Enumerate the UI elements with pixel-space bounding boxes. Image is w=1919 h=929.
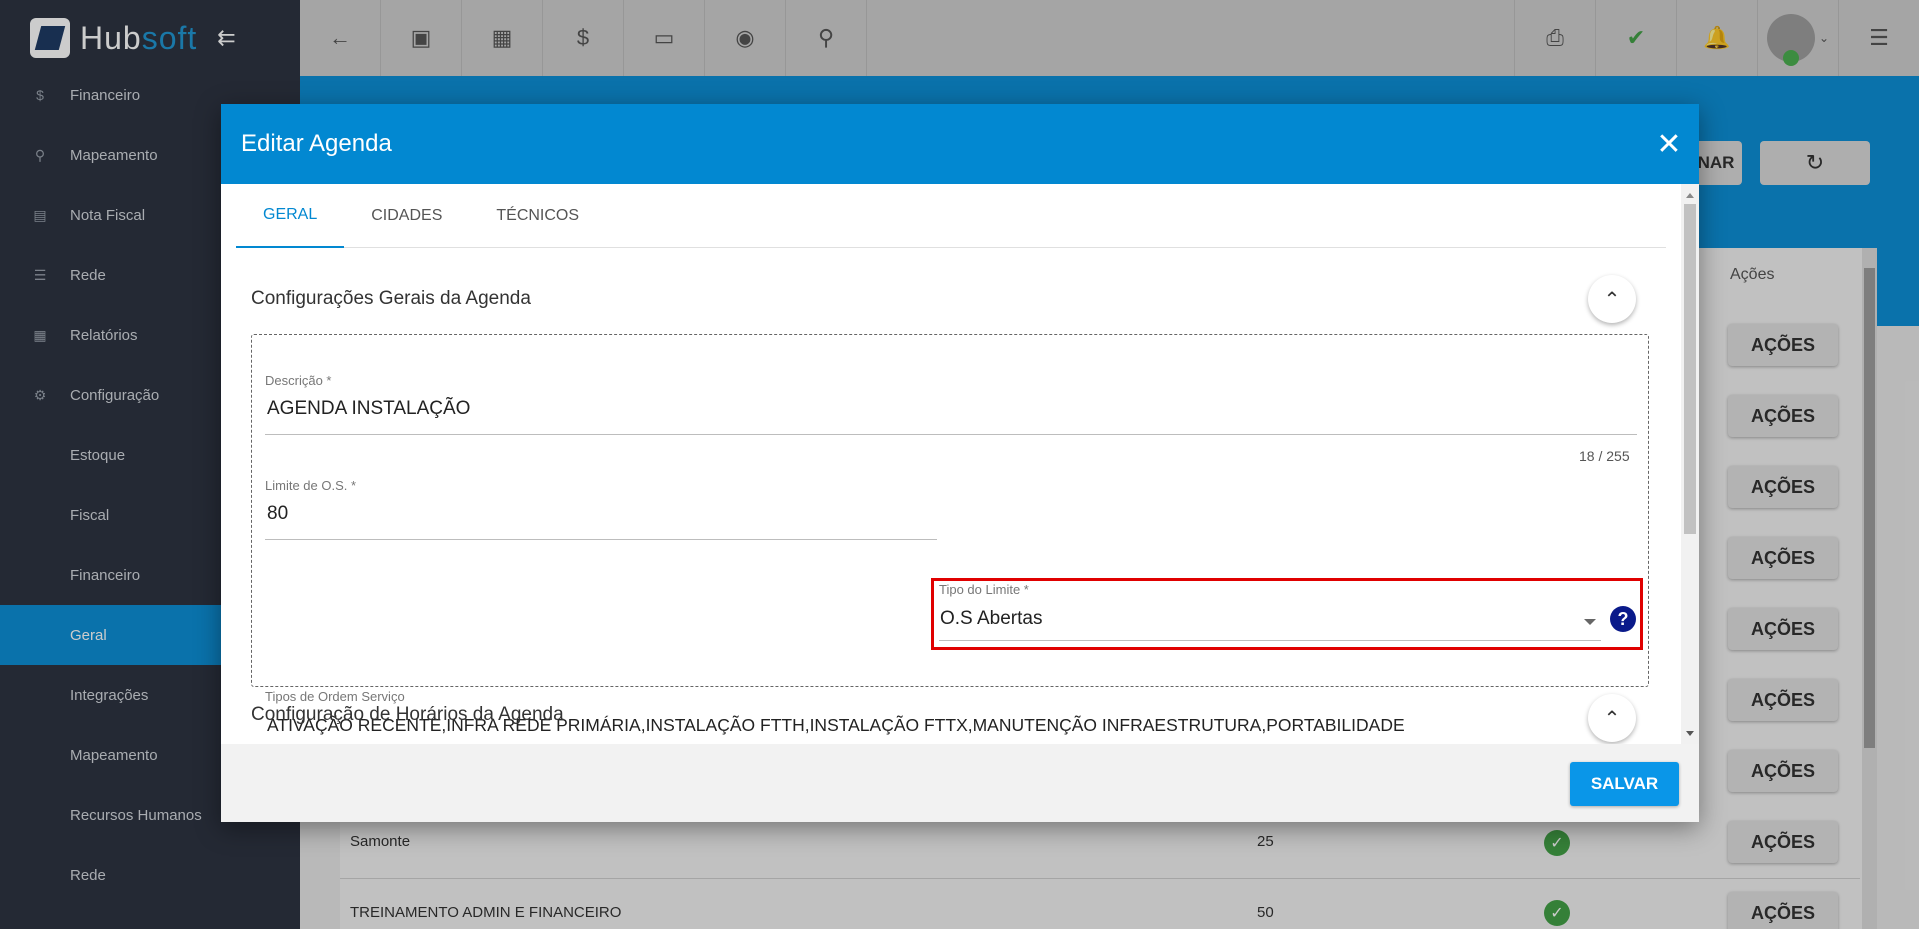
dialog-tabs: GERAL CIDADES TÉCNICOS bbox=[236, 184, 1666, 248]
tab-tecnicos[interactable]: TÉCNICOS bbox=[469, 184, 606, 248]
dialog-footer bbox=[221, 744, 1699, 822]
dialog-title: Editar Agenda bbox=[241, 130, 392, 157]
edit-agenda-dialog: Editar Agenda ✕ GERAL CIDADES TÉCNICOS C… bbox=[221, 104, 1699, 822]
limite-os-input[interactable]: 80 bbox=[267, 503, 288, 525]
tipo-limite-select[interactable]: O.S Abertas bbox=[940, 608, 1042, 630]
descricao-label: Descrição * bbox=[265, 373, 332, 388]
dropdown-arrow-icon[interactable] bbox=[1584, 619, 1596, 625]
tipo-limite-label: Tipo do Limite * bbox=[939, 582, 1029, 597]
limite-os-label: Limite de O.S. * bbox=[265, 478, 357, 493]
descricao-input[interactable]: AGENDA INSTALAÇÃO bbox=[267, 398, 470, 420]
tab-geral[interactable]: GERAL bbox=[236, 184, 345, 248]
collapse-section-button[interactable]: ⌃ bbox=[1588, 694, 1636, 742]
tipos-os-label: Tipos de Ordem Serviço bbox=[265, 689, 405, 704]
dialog-body: Configurações Gerais da Agenda ⌃ Descriç… bbox=[221, 248, 1681, 748]
scroll-up-arrow-icon[interactable] bbox=[1686, 193, 1694, 198]
save-button[interactable]: SALVAR bbox=[1570, 762, 1679, 806]
chevron-up-icon: ⌃ bbox=[1603, 707, 1621, 730]
collapse-section-button[interactable]: ⌃ bbox=[1588, 275, 1636, 323]
scroll-down-arrow-icon[interactable] bbox=[1686, 731, 1694, 736]
dialog-scrollbar-thumb[interactable] bbox=[1684, 204, 1696, 534]
help-icon[interactable]: ? bbox=[1610, 606, 1636, 632]
dialog-header: Editar Agenda ✕ bbox=[221, 104, 1699, 184]
chevron-up-icon: ⌃ bbox=[1603, 288, 1621, 311]
section-title-hours: Configuração de Horários da Agenda bbox=[251, 704, 564, 725]
section-title-general: Configurações Gerais da Agenda bbox=[251, 288, 531, 309]
close-icon[interactable]: ✕ bbox=[1639, 104, 1699, 184]
tab-cidades[interactable]: CIDADES bbox=[344, 184, 469, 248]
char-counter: 18 / 255 bbox=[1579, 448, 1630, 464]
